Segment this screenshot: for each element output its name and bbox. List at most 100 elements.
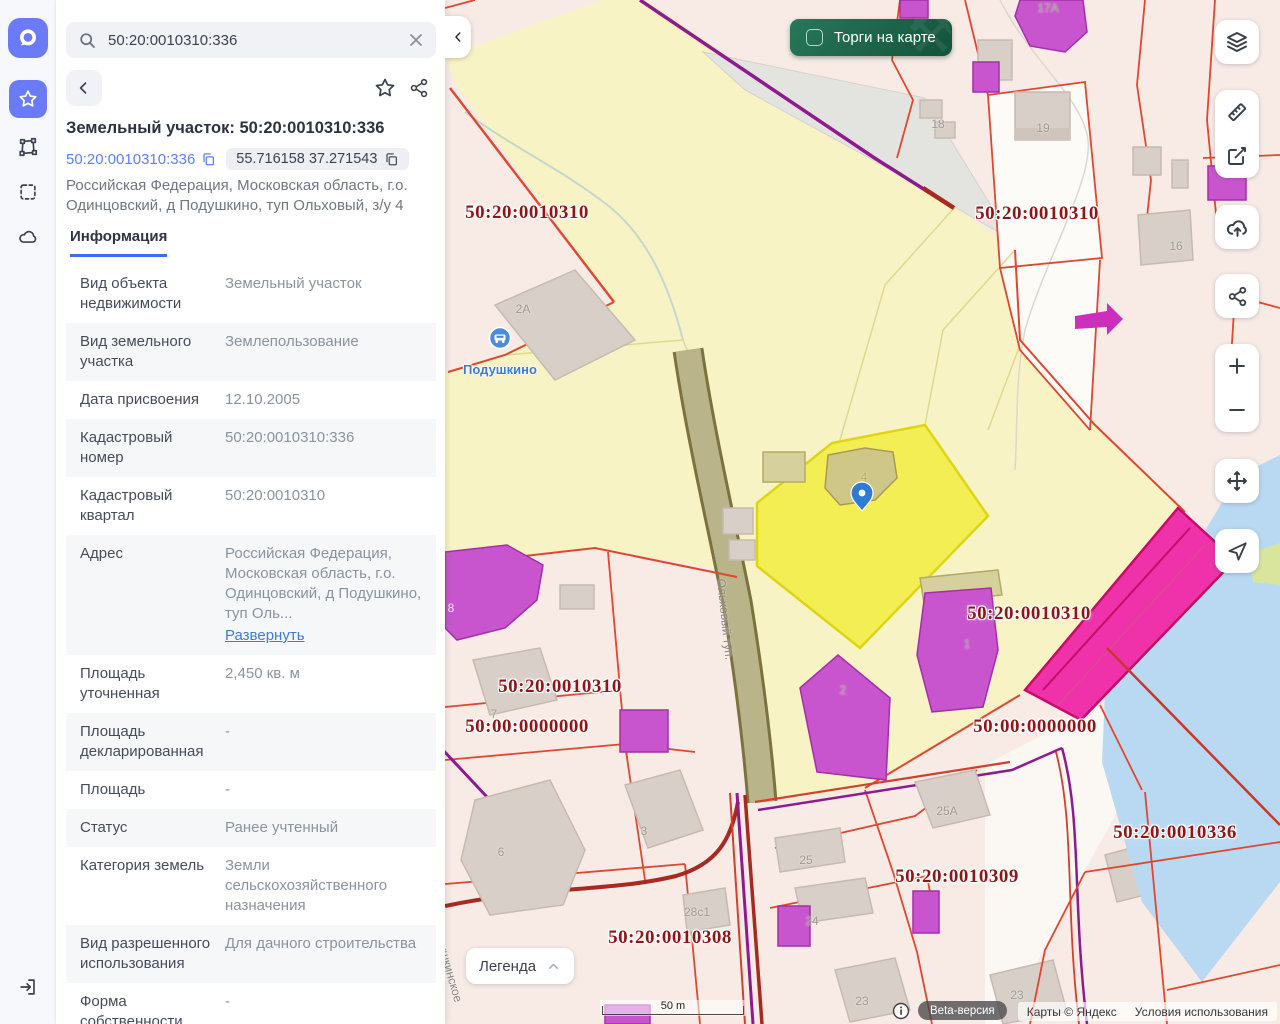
map-canvas[interactable]: Ольховый туп. Подушкинское Подушкино 50:… [445,0,1280,1024]
locate-button[interactable] [1215,529,1259,573]
sidebar-item-login[interactable] [9,968,47,1006]
legend-label: Легенда [479,958,536,975]
panel-collapse-button[interactable] [445,16,471,58]
info-row: Форма собственности- [66,983,436,1024]
cadastral-quarter-label: 50:20:0010310 [498,676,622,698]
sidebar-item-objects[interactable] [9,128,47,166]
info-row-value: 2,450 кв. м [211,664,426,704]
info-row-label: Вид земельного участка [80,332,211,372]
info-row-value-text: 50:20:0010310:336 [225,429,354,446]
sidebar-item-favorites[interactable] [9,80,47,118]
info-row-value-text: - [225,993,230,1010]
share-map-button[interactable] [1215,274,1259,318]
chevron-left-icon [81,83,86,93]
ruler-icon [1225,100,1249,124]
building-number-label: 2А [516,302,531,316]
building-number-label: 6 [498,845,505,859]
beta-badge: Beta-версия [918,1001,1007,1020]
info-button[interactable] [892,1002,910,1020]
share-button[interactable] [402,71,436,105]
icon-rail [0,0,56,1024]
info-row: Площадь декларированная- [66,713,436,771]
building-number-label: 25 [799,853,812,867]
cadastral-quarter-label: 50:20:0010310 [967,603,1091,625]
building-number-label: 1 [964,637,971,651]
layers-icon [1225,30,1249,54]
chevron-left-icon [456,33,460,41]
cadastral-quarter-label: 50:20:0010336 [1113,822,1237,844]
info-row-label: Вид объекта недвижимости [80,274,211,314]
info-row-label: Площадь [80,780,211,800]
cloud-icon [17,226,39,248]
draw-button[interactable] [1215,134,1259,178]
building-number-label: 4 [861,470,868,484]
close-icon[interactable] [408,32,424,48]
info-row-value-text: Земельный участок [225,275,362,292]
zoom-out-button[interactable] [1215,388,1259,432]
info-row-value: Земли сельскохозяйственного назначения [211,856,426,916]
building-number-label: 3 [641,824,648,838]
tab-information[interactable]: Информация [70,228,167,257]
info-row: Площадь- [66,771,436,809]
locate-icon [1226,540,1249,563]
building-number-label: 25А [936,804,957,818]
sidebar-item-select-area[interactable] [9,173,47,211]
building-number-label: 24 [805,914,818,928]
cadastral-quarter-label: 50:20:0010310 [975,203,1099,225]
favorite-button[interactable] [368,71,402,105]
copy-icon[interactable] [384,152,399,167]
zoom-out-icon [1226,399,1248,421]
info-row-value: - [211,780,426,800]
zoom-in-button[interactable] [1215,344,1259,388]
info-row-label: Кадастровый квартал [80,486,211,526]
building-number-label: 23 [855,994,868,1008]
info-row: Дата присвоения12.10.2005 [66,381,436,419]
coordinates-chip[interactable]: 55.716158 37.271543 [226,148,409,170]
panel-header [66,70,436,106]
page-title: Земельный участок: 50:20:0010310:336 [66,119,436,138]
pan-button[interactable] [1215,459,1259,503]
info-row-value: 50:20:0010310:336 [211,428,426,468]
share-icon [408,77,430,99]
terms-link[interactable]: Условия использования [1135,1005,1268,1019]
auction-on-map-toggle[interactable]: ⚒ Торги на карте [790,19,952,56]
info-row-value-text: - [225,781,230,798]
info-row-label: Форма собственности [80,992,211,1024]
info-row-value: - [211,722,426,762]
app-logo[interactable] [8,18,48,58]
copy-icon[interactable] [201,152,216,167]
building-number-label: 16 [1169,239,1182,253]
scale-bar: 50 m [600,1000,746,1016]
info-row: Кадастровый номер50:20:0010310:336 [66,419,436,477]
auction-checkbox[interactable] [806,29,823,46]
info-row-label: Вид разрешенного использования [80,934,211,974]
back-button[interactable] [66,70,102,106]
chevron-up-icon [546,959,561,974]
chips-row: 50:20:0010310:336 55.716158 37.271543 [66,148,409,170]
building-number-label: 23 [1010,988,1023,1002]
info-row-value-text: 2,450 кв. м [225,665,300,682]
copyright-link[interactable]: Карты © Яндекс [1027,1005,1117,1019]
search-bar[interactable] [66,22,436,58]
object-panel: Земельный участок: 50:20:0010310:336 50:… [56,0,445,1024]
sidebar-item-cloud[interactable] [9,218,47,256]
layers-button[interactable] [1215,20,1259,64]
info-row-value-text: Российская Федерация, Московская область… [225,545,421,622]
cadastral-number-chip[interactable]: 50:20:0010310:336 [66,151,216,168]
info-row: АдресРоссийская Федерация, Московская об… [66,535,436,655]
info-row-value: 12.10.2005 [211,390,426,410]
info-row: Вид объекта недвижимости Земельный участо… [66,265,436,323]
info-row: Кадастровый квартал50:20:0010310 [66,477,436,535]
place-podushkino: Подушкино [463,338,537,377]
address-expand-link[interactable]: Развернуть [225,626,305,646]
star-outline-icon [373,76,397,100]
info-row: Площадь уточненная2,450 кв. м [66,655,436,713]
measure-button[interactable] [1215,90,1259,134]
legend-button[interactable]: Легенда [466,948,574,984]
info-row-value: Земельный участок [211,274,426,314]
app-window: Земельный участок: 50:20:0010310:336 50:… [0,0,1280,1024]
auction-toggle-label: Торги на карте [834,29,936,46]
upload-button[interactable] [1215,205,1259,249]
search-input[interactable] [106,31,399,50]
cadastral-quarter-label: 50:20:0010308 [608,927,732,949]
